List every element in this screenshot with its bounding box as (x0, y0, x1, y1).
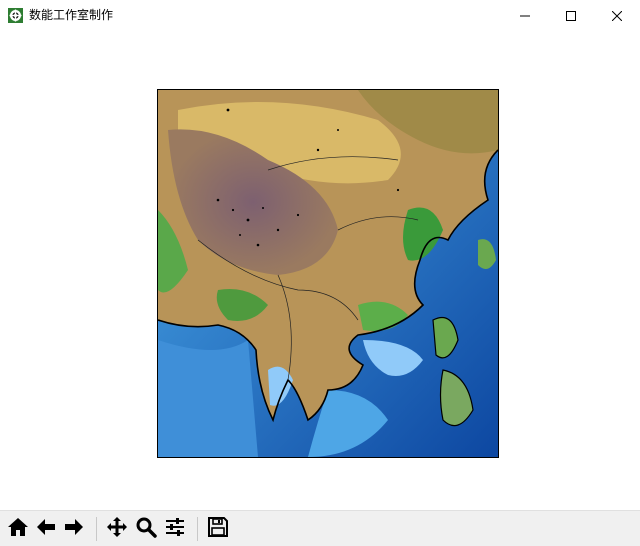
arrow-right-icon (63, 516, 85, 542)
app-logo-icon (8, 8, 23, 23)
magnifier-icon (135, 516, 157, 542)
home-icon (7, 516, 29, 542)
minimize-button[interactable] (502, 0, 548, 31)
zoom-button[interactable] (133, 516, 159, 542)
figure-window: 数能工作室制作 (0, 0, 640, 546)
arrow-left-icon (35, 516, 57, 542)
figure-canvas[interactable] (0, 31, 640, 510)
sliders-icon (164, 516, 186, 542)
home-button[interactable] (5, 516, 31, 542)
move-arrows-icon (106, 516, 128, 542)
maximize-button[interactable] (548, 0, 594, 31)
floppy-disk-icon (207, 516, 229, 542)
save-button[interactable] (205, 516, 231, 542)
back-button[interactable] (33, 516, 59, 542)
forward-button[interactable] (61, 516, 87, 542)
maximize-icon (566, 10, 576, 21)
pan-button[interactable] (104, 516, 130, 542)
toolbar-separator (197, 517, 198, 541)
configure-subplots-button[interactable] (162, 516, 188, 542)
window-title: 数能工作室制作 (29, 8, 114, 22)
close-button[interactable] (594, 0, 640, 31)
map-axes[interactable] (157, 89, 499, 458)
title-bar: 数能工作室制作 (0, 0, 640, 31)
navigation-toolbar (0, 510, 640, 546)
close-icon (612, 10, 622, 21)
minimize-icon (520, 11, 530, 21)
terrain-map (158, 90, 498, 457)
toolbar-separator (96, 517, 97, 541)
